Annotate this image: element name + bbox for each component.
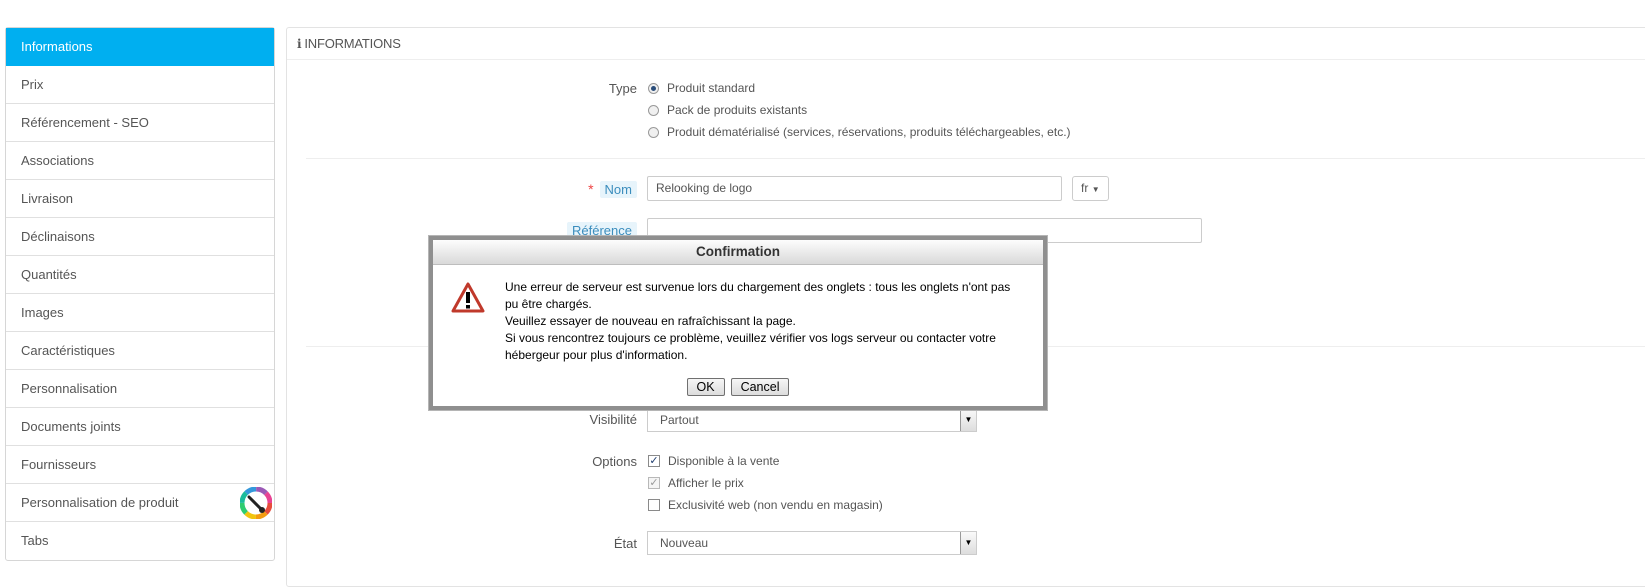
name-label-text: Nom	[599, 181, 637, 198]
option-label: Exclusivité web (non vendu en magasin)	[668, 498, 883, 512]
option-label: Produit dématérialisé (services, réserva…	[667, 125, 1071, 139]
confirmation-dialog: Confirmation Une erreur de serveur est s…	[429, 236, 1047, 410]
sidebar-item-associations[interactable]: Associations	[6, 142, 274, 180]
panel-heading: i INFORMATIONS	[287, 28, 1645, 60]
sidebar-item-livraison[interactable]: Livraison	[6, 180, 274, 218]
language-value: fr	[1081, 181, 1089, 195]
sidebar-item-tabs[interactable]: Tabs	[6, 522, 274, 560]
sidebar-item-quantites[interactable]: Quantités	[6, 256, 274, 294]
checkbox-checked-icon[interactable]: ✓	[648, 477, 660, 489]
select-arrow-icon[interactable]: ▼	[960, 532, 976, 554]
sidebar-item-label: Informations	[21, 39, 93, 54]
state-label: État	[613, 536, 637, 551]
state-select[interactable]: Nouveau ▼	[647, 531, 977, 555]
type-option-pack[interactable]: Pack de produits existants	[648, 103, 807, 117]
sidebar-item-informations[interactable]: Informations	[6, 28, 274, 66]
product-tabs-sidebar: Informations Prix Référencement - SEO As…	[5, 27, 275, 561]
sidebar-item-label: Personnalisation	[21, 381, 118, 396]
name-input[interactable]: Relooking de logo	[647, 176, 1062, 201]
sidebar-item-label: Quantités	[21, 267, 77, 282]
options-label: Options	[592, 454, 637, 469]
option-show-price[interactable]: ✓ Afficher le prix	[648, 476, 744, 490]
checkbox-checked-icon[interactable]: ✓	[648, 455, 660, 467]
warning-icon	[451, 282, 485, 313]
option-online-only[interactable]: Exclusivité web (non vendu en magasin)	[648, 498, 883, 512]
radio-selected-icon[interactable]	[648, 82, 659, 94]
option-label: Pack de produits existants	[667, 103, 808, 117]
sidebar-item-images[interactable]: Images	[6, 294, 274, 332]
sidebar-item-label: Déclinaisons	[21, 229, 95, 244]
option-label: Disponible à la vente	[668, 454, 780, 468]
info-icon: i	[297, 37, 302, 51]
radio-icon[interactable]	[648, 126, 659, 138]
name-label: * Nom	[540, 181, 637, 198]
checkbox-icon[interactable]	[648, 499, 660, 511]
visibility-select[interactable]: Partout ▼	[647, 408, 977, 432]
sidebar-item-label: Caractéristiques	[21, 343, 115, 358]
sidebar-item-caracteristiques[interactable]: Caractéristiques	[6, 332, 274, 370]
language-dropdown[interactable]: fr ▼	[1072, 176, 1109, 201]
sidebar-item-personnalisation-produit[interactable]: Personnalisation de produit	[6, 484, 274, 522]
dialog-message-line: Si vous rencontrez toujours ce problème,…	[505, 331, 996, 362]
divider	[306, 158, 1645, 159]
ok-button[interactable]: OK	[686, 378, 725, 396]
visibility-value: Partout	[660, 413, 699, 427]
sidebar-item-label: Personnalisation de produit	[21, 495, 179, 510]
type-option-virtual[interactable]: Produit dématérialisé (services, réserva…	[648, 125, 1071, 139]
state-value: Nouveau	[660, 536, 709, 550]
select-arrow-icon[interactable]: ▼	[960, 409, 976, 431]
cancel-button[interactable]: Cancel	[730, 378, 790, 396]
sidebar-item-documents-joints[interactable]: Documents joints	[6, 408, 274, 446]
sidebar-item-fournisseurs[interactable]: Fournisseurs	[6, 446, 274, 484]
required-asterisk: *	[588, 181, 594, 197]
type-option-standard[interactable]: Produit standard	[648, 81, 755, 95]
option-label: Produit standard	[667, 81, 756, 95]
sidebar-item-label: Documents joints	[21, 419, 121, 434]
sidebar-item-label: Fournisseurs	[21, 457, 97, 472]
sidebar-item-prix[interactable]: Prix	[6, 66, 274, 104]
dialog-message-line: Une erreur de serveur est survenue lors …	[505, 280, 1011, 311]
sidebar-item-label: Prix	[21, 77, 44, 92]
dialog-buttons: OK Cancel	[433, 378, 1043, 396]
sidebar-item-declinaisons[interactable]: Déclinaisons	[6, 218, 274, 256]
radio-icon[interactable]	[648, 104, 659, 116]
option-label: Afficher le prix	[668, 476, 744, 490]
dialog-message-line: Veuillez essayer de nouveau en rafraîchi…	[505, 314, 796, 328]
caret-down-icon: ▼	[1091, 185, 1100, 194]
option-available-for-order[interactable]: ✓ Disponible à la vente	[648, 454, 779, 468]
sidebar-item-label: Tabs	[21, 533, 49, 548]
color-wheel-icon	[240, 487, 272, 519]
sidebar-item-seo[interactable]: Référencement - SEO	[6, 104, 274, 142]
sidebar-item-personnalisation[interactable]: Personnalisation	[6, 370, 274, 408]
dialog-message: Une erreur de serveur est survenue lors …	[505, 279, 1025, 364]
visibility-label: Visibilité	[589, 412, 637, 427]
sidebar-item-label: Associations	[21, 153, 94, 168]
sidebar-item-label: Livraison	[21, 191, 74, 206]
panel-title: INFORMATIONS	[304, 36, 401, 51]
sidebar-item-label: Référencement - SEO	[21, 115, 149, 130]
dialog-title: Confirmation	[433, 240, 1043, 265]
sidebar-item-label: Images	[21, 305, 64, 320]
type-label: Type	[608, 81, 637, 96]
